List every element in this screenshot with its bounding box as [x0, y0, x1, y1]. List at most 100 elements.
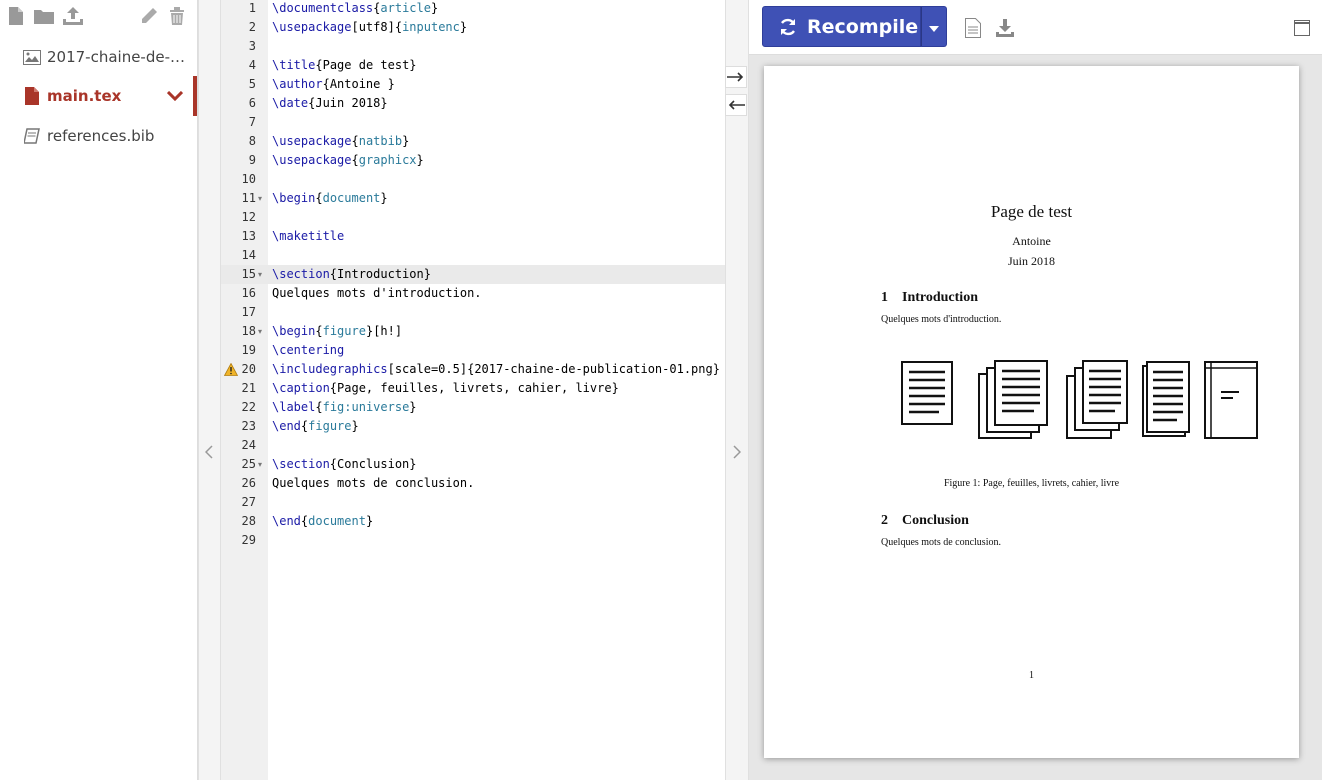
line-number: 1	[248, 1, 256, 15]
arrow-left-icon[interactable]	[725, 94, 747, 116]
file-name: 2017-chaine-de-pu...	[47, 48, 192, 66]
line-number: 9	[248, 153, 256, 167]
code-text: \includegraphics[scale=0.5]{2017-chaine-…	[272, 362, 720, 376]
code-line[interactable]: 14	[221, 246, 725, 265]
line-number: 8	[248, 134, 256, 148]
line-number: 5	[248, 77, 256, 91]
line-number: 16	[241, 286, 256, 300]
fold-toggle-icon[interactable]: ▾	[258, 455, 262, 474]
code-line[interactable]: 29	[221, 531, 725, 550]
code-line[interactable]: 18 ▾ \begin{figure}[h!]	[221, 322, 725, 341]
code-line[interactable]: 1 \documentclass{article}	[221, 0, 725, 18]
left-splitter[interactable]	[198, 0, 221, 780]
code-line[interactable]: 26 Quelques mots de conclusion.	[221, 474, 725, 493]
document-author: Antoine	[1012, 234, 1051, 248]
code-line[interactable]: 5 \author{Antoine }	[221, 75, 725, 94]
code-line[interactable]: 22 \label{fig:universe}	[221, 398, 725, 417]
rename-pencil-icon[interactable]	[139, 6, 159, 26]
section-title: Introduction	[902, 290, 978, 305]
code-text: \title{Page de test}	[272, 58, 417, 72]
line-number: 10	[241, 172, 256, 186]
code-line[interactable]: 8 \usepackage{natbib}	[221, 132, 725, 151]
code-text: \label{fig:universe}	[272, 400, 417, 414]
pdf-preview-panel: Recompile Page de test Antoine Juin 2018…	[749, 0, 1322, 780]
document-title: Page de test	[990, 202, 1073, 221]
fold-toggle-icon[interactable]: ▾	[258, 322, 262, 341]
code-editor[interactable]: 1 \documentclass{article} 2 \usepackage[utf…	[221, 0, 725, 780]
new-folder-icon[interactable]	[34, 6, 54, 26]
download-pdf-icon[interactable]	[995, 17, 1015, 39]
warning-icon[interactable]	[224, 363, 238, 376]
code-line[interactable]: 3	[221, 37, 725, 56]
section-number: 1	[881, 290, 888, 305]
code-line[interactable]: 16 Quelques mots d'introduction.	[221, 284, 725, 303]
recompile-button[interactable]: Recompile	[762, 6, 921, 47]
code-line[interactable]: 9 \usepackage{graphicx}	[221, 151, 725, 170]
fold-toggle-icon[interactable]: ▾	[258, 189, 262, 208]
chevron-left-icon[interactable]	[203, 444, 215, 460]
code-line[interactable]: 20 \includegraphics[scale=0.5]{2017-chain…	[221, 360, 725, 379]
chevron-right-icon[interactable]	[731, 444, 743, 460]
caret-down-icon	[929, 17, 939, 36]
file-tree-panel: 2017-chaine-de-pu... main.tex references…	[0, 0, 198, 780]
code-line[interactable]: 24	[221, 436, 725, 455]
code-text: \end{figure}	[272, 419, 359, 433]
line-number: 17	[241, 305, 256, 319]
code-text: Quelques mots de conclusion.	[272, 476, 475, 490]
file-item-image[interactable]: 2017-chaine-de-pu...	[0, 37, 197, 77]
book-drawing	[1204, 361, 1258, 439]
view-logs-icon[interactable]	[963, 17, 983, 39]
section-body: Quelques mots de conclusion.	[881, 537, 1001, 548]
sheets-drawing	[978, 360, 1048, 439]
section-body: Quelques mots d'introduction.	[881, 314, 1002, 325]
line-number: 26	[241, 476, 256, 490]
file-name: references.bib	[47, 127, 155, 145]
code-text: \documentclass{article}	[272, 1, 439, 15]
upload-icon[interactable]	[63, 6, 83, 26]
right-splitter[interactable]	[725, 0, 749, 780]
recompile-options-button[interactable]	[921, 6, 947, 47]
code-line[interactable]: 19 \centering	[221, 341, 725, 360]
code-text: \begin{figure}[h!]	[272, 324, 403, 338]
code-text: \section{Conclusion}	[272, 457, 417, 471]
code-text: \usepackage{graphicx}	[272, 153, 424, 167]
file-item-main-tex[interactable]: main.tex	[0, 76, 197, 116]
code-line[interactable]: 28 \end{document}	[221, 512, 725, 531]
new-file-icon[interactable]	[6, 6, 26, 26]
refresh-icon	[778, 17, 798, 37]
code-line[interactable]: 13 \maketitle	[221, 227, 725, 246]
pdf-page: Page de test Antoine Juin 2018 1 Introduc…	[764, 66, 1299, 758]
code-line[interactable]: 17	[221, 303, 725, 322]
code-line[interactable]: 4 \title{Page de test}	[221, 56, 725, 75]
notebook-drawing	[1142, 361, 1190, 437]
line-number: 23	[241, 419, 256, 433]
figure-image	[901, 360, 1258, 439]
arrow-right-icon[interactable]	[725, 66, 747, 88]
book-icon	[22, 126, 42, 146]
code-text: \maketitle	[272, 229, 345, 243]
code-line[interactable]: 21 \caption{Page, feuilles, livrets, cahi…	[221, 379, 725, 398]
file-item-references-bib[interactable]: references.bib	[0, 116, 197, 156]
maximize-icon[interactable]	[1292, 17, 1312, 39]
code-text: \section{Introduction}	[272, 267, 431, 281]
document-date: Juin 2018	[1007, 254, 1055, 268]
chevron-down-icon[interactable]	[165, 86, 185, 106]
code-line[interactable]: 23 \end{figure}	[221, 417, 725, 436]
code-line[interactable]: 2 \usepackage[utf8]{inputenc}	[221, 18, 725, 37]
tex-file-icon	[22, 86, 42, 106]
code-line[interactable]: 6 \date{Juin 2018}	[221, 94, 725, 113]
code-text: \author{Antoine }	[272, 77, 395, 91]
line-number: 28	[241, 514, 256, 528]
line-number: 4	[248, 58, 256, 72]
fold-toggle-icon[interactable]: ▾	[258, 265, 262, 284]
code-line[interactable]: 27	[221, 493, 725, 512]
line-number: 25	[241, 457, 256, 471]
code-line[interactable]: 25 ▾ \section{Conclusion}	[221, 455, 725, 474]
code-line[interactable]: 15 ▾ \section{Introduction}	[221, 265, 725, 284]
code-line[interactable]: 11 ▾ \begin{document}	[221, 189, 725, 208]
delete-trash-icon[interactable]	[167, 6, 187, 26]
booklets-drawing	[1066, 360, 1128, 439]
code-line[interactable]: 10	[221, 170, 725, 189]
code-line[interactable]: 7	[221, 113, 725, 132]
code-line[interactable]: 12	[221, 208, 725, 227]
